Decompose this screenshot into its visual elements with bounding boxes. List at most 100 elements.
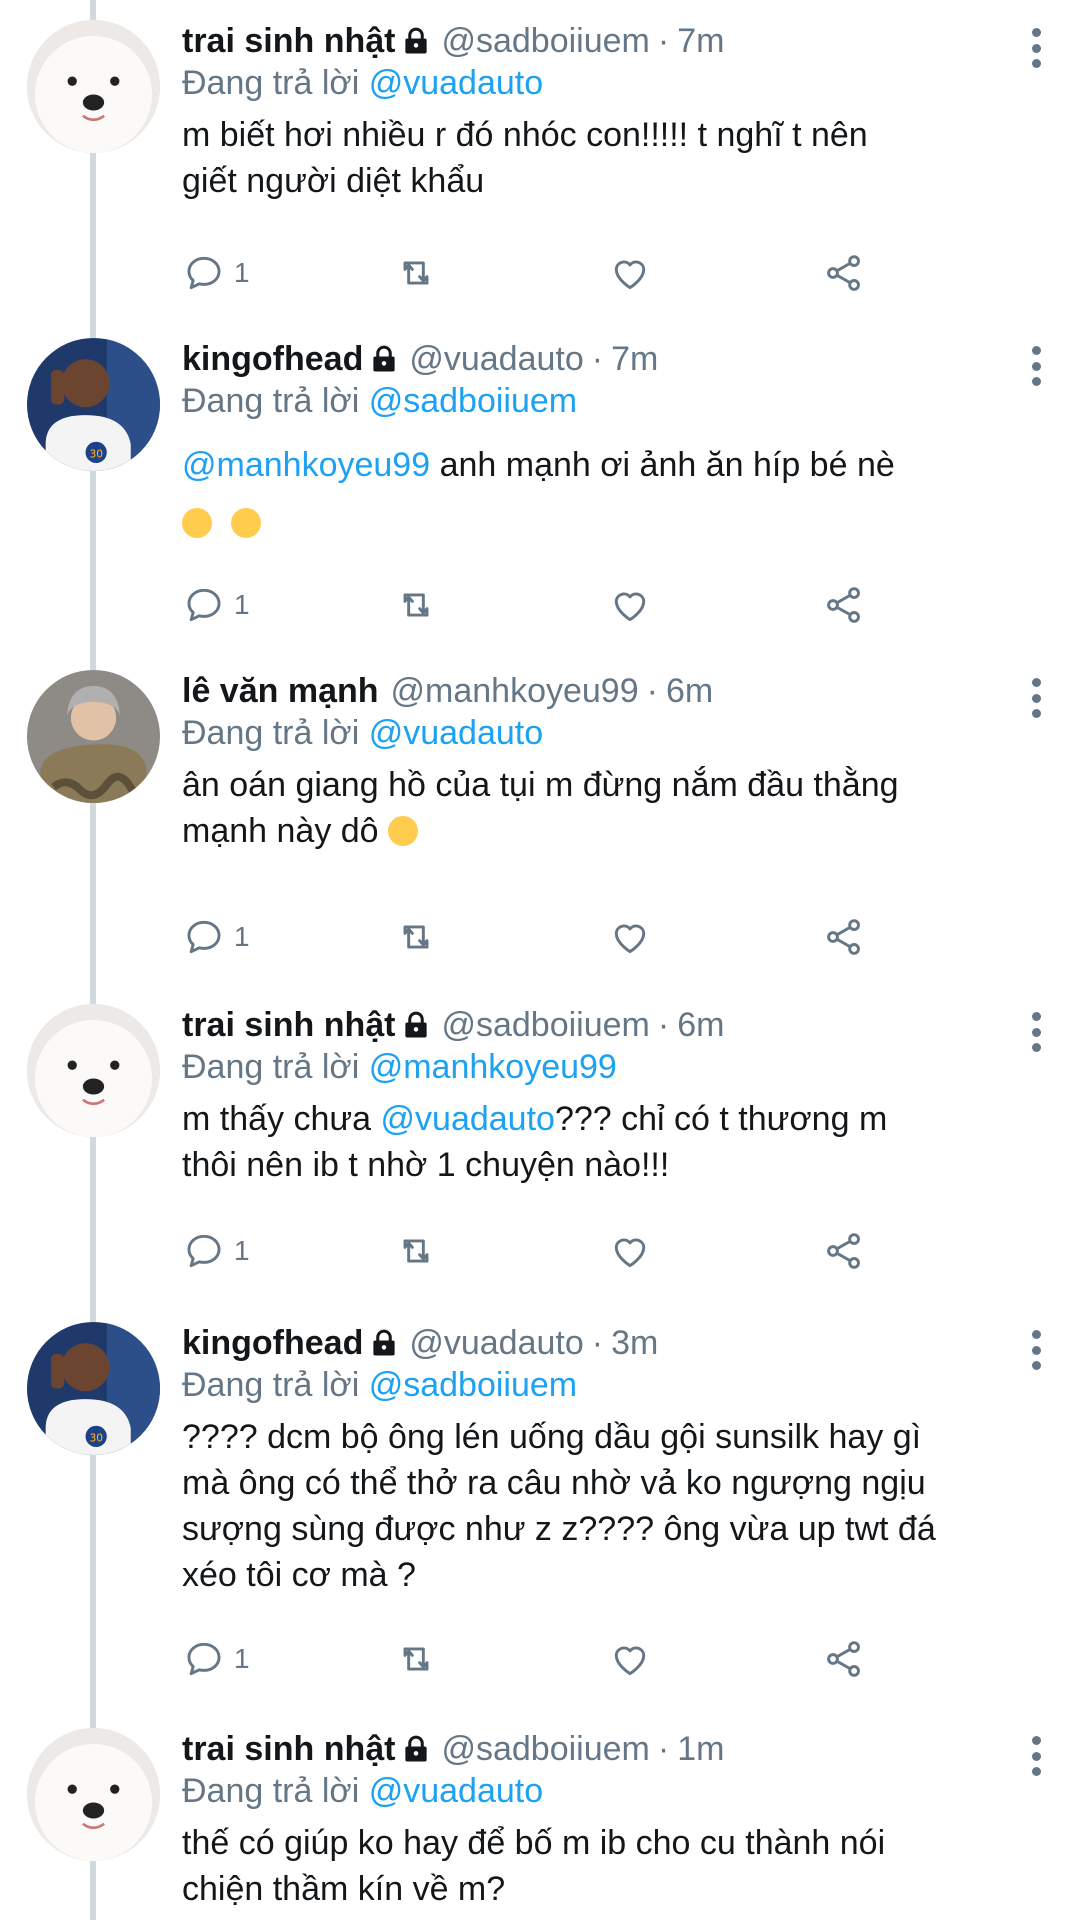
tweet-text-line: chiện thầm kín về m? bbox=[182, 1870, 506, 1908]
avatar[interactable] bbox=[27, 20, 160, 153]
display-name[interactable]: lê văn mạnh bbox=[182, 670, 379, 712]
retweet-button[interactable] bbox=[394, 912, 438, 962]
tweet-actions: 1 bbox=[182, 248, 902, 298]
display-name[interactable]: trai sinh nhật bbox=[182, 1728, 395, 1770]
reply-count: 1 bbox=[234, 921, 250, 952]
share-button[interactable] bbox=[822, 1634, 866, 1684]
replying-to: Đang trả lời @sadboiiuem bbox=[182, 1364, 1039, 1406]
like-button[interactable] bbox=[608, 1226, 652, 1276]
replying-to-mention[interactable]: @vuadauto bbox=[369, 714, 543, 752]
tweet-text-line: ??? chỉ có t thương m bbox=[554, 1100, 888, 1138]
timestamp: 6m bbox=[665, 672, 714, 710]
avatar[interactable] bbox=[27, 338, 160, 471]
avatar[interactable] bbox=[27, 1322, 160, 1455]
replying-to-mention[interactable]: @vuadauto bbox=[369, 1772, 543, 1810]
replying-to-mention[interactable]: @sadboiiuem bbox=[369, 382, 577, 420]
retweet-button[interactable] bbox=[394, 580, 438, 630]
replying-to-label: Đang trả lời bbox=[182, 382, 360, 420]
share-icon bbox=[822, 915, 866, 959]
comment-icon bbox=[182, 1229, 226, 1273]
tweet-header: kingofhead @vuadauto · 7m bbox=[182, 338, 1039, 380]
user-handle[interactable]: @sadboiiuem bbox=[441, 20, 649, 62]
retweet-icon bbox=[394, 583, 438, 627]
separator-dot: · bbox=[591, 1324, 604, 1362]
replying-to-label: Đang trả lời bbox=[182, 1772, 360, 1810]
tweet-header: kingofhead @vuadauto · 3m bbox=[182, 1322, 1039, 1364]
lock-icon bbox=[401, 26, 431, 56]
reply-count: 1 bbox=[234, 589, 250, 620]
display-name[interactable]: kingofhead bbox=[182, 338, 363, 380]
tweet-header: trai sinh nhật @sadboiiuem · 6m bbox=[182, 1004, 1039, 1046]
tweet-text-line: thế có giúp ko hay để bố m ib cho cu thà… bbox=[182, 1824, 886, 1862]
more-vertical-icon[interactable] bbox=[1029, 346, 1043, 386]
more-vertical-icon[interactable] bbox=[1029, 1330, 1043, 1370]
more-vertical-icon[interactable] bbox=[1029, 678, 1043, 718]
display-name[interactable]: trai sinh nhật bbox=[182, 20, 395, 62]
replying-to-mention[interactable]: @sadboiiuem bbox=[369, 1366, 577, 1404]
heart-icon bbox=[608, 583, 652, 627]
lock-icon bbox=[369, 344, 399, 374]
like-button[interactable] bbox=[608, 580, 652, 630]
tweet-text-line: sượng sùng được như z z???? ông vừa up t… bbox=[182, 1510, 936, 1548]
replying-to: Đang trả lời @vuadauto bbox=[182, 62, 1039, 104]
like-button[interactable] bbox=[608, 912, 652, 962]
reply-button[interactable]: 1 bbox=[182, 580, 250, 630]
user-handle[interactable]: @sadboiiuem bbox=[441, 1004, 649, 1046]
reply-button[interactable]: 1 bbox=[182, 1634, 250, 1684]
share-button[interactable] bbox=[822, 248, 866, 298]
reply-button[interactable]: 1 bbox=[182, 248, 250, 298]
more-vertical-icon[interactable] bbox=[1029, 1736, 1043, 1776]
timestamp: 7m bbox=[611, 340, 659, 378]
user-handle[interactable]: @vuadauto bbox=[409, 338, 583, 380]
reply-count: 1 bbox=[234, 257, 250, 288]
separator-dot: · bbox=[657, 1730, 670, 1768]
separator-dot: · bbox=[591, 340, 604, 378]
share-button[interactable] bbox=[822, 580, 866, 630]
tweet-text-line: ân oán giang hồ của tụi m đừng nắm đầu t… bbox=[182, 766, 899, 804]
retweet-button[interactable] bbox=[394, 248, 438, 298]
mention-link[interactable]: @vuadauto bbox=[381, 1100, 555, 1138]
avatar[interactable] bbox=[27, 1728, 160, 1861]
comment-icon bbox=[182, 251, 226, 295]
mention-link[interactable]: @manhkoyeu99 bbox=[182, 446, 430, 484]
display-name[interactable]: trai sinh nhật bbox=[182, 1004, 395, 1046]
display-name[interactable]: kingofhead bbox=[182, 1322, 363, 1364]
user-handle[interactable]: @sadboiiuem bbox=[441, 1728, 649, 1770]
tweet-actions: 1 bbox=[182, 1634, 902, 1684]
separator-dot: · bbox=[657, 22, 670, 60]
replying-to-label: Đang trả lời bbox=[182, 1366, 360, 1404]
more-vertical-icon[interactable] bbox=[1029, 1012, 1043, 1052]
share-button[interactable] bbox=[822, 912, 866, 962]
retweet-icon bbox=[394, 915, 438, 959]
tweet-actions: 1 bbox=[182, 1226, 902, 1276]
replying-to-mention[interactable]: @manhkoyeu99 bbox=[369, 1048, 617, 1086]
share-button[interactable] bbox=[822, 1226, 866, 1276]
retweet-button[interactable] bbox=[394, 1226, 438, 1276]
avatar[interactable] bbox=[27, 1004, 160, 1137]
replying-to: Đang trả lời @manhkoyeu99 bbox=[182, 1046, 1039, 1088]
tweet-text-line: m biết hơi nhiều r đó nhóc con!!!!! t ng… bbox=[182, 116, 868, 154]
share-icon bbox=[822, 251, 866, 295]
timestamp: 3m bbox=[611, 1324, 659, 1362]
avatar[interactable] bbox=[27, 670, 160, 803]
like-button[interactable] bbox=[608, 248, 652, 298]
reply-button[interactable]: 1 bbox=[182, 1226, 250, 1276]
tweet-header: trai sinh nhật @sadboiiuem · 1m bbox=[182, 1728, 1039, 1770]
heart-icon bbox=[608, 1229, 652, 1273]
replying-to-label: Đang trả lời bbox=[182, 64, 360, 102]
share-icon bbox=[822, 1229, 866, 1273]
user-handle[interactable]: @vuadauto bbox=[409, 1322, 583, 1364]
replying-to: Đang trả lời @sadboiiuem bbox=[182, 380, 1039, 422]
tweet-text: @manhkoyeu99 anh mạnh ơi ảnh ăn híp bé n… bbox=[182, 436, 1039, 552]
more-vertical-icon[interactable] bbox=[1029, 28, 1043, 68]
like-button[interactable] bbox=[608, 1634, 652, 1684]
replying-to-mention[interactable]: @vuadauto bbox=[369, 64, 543, 102]
separator-dot: · bbox=[657, 1006, 670, 1044]
user-handle[interactable]: @manhkoyeu99 bbox=[391, 670, 639, 712]
reply-button[interactable]: 1 bbox=[182, 912, 250, 962]
tweet-text-line: thôi nên ib t nhờ 1 chuyện nào!!! bbox=[182, 1146, 670, 1184]
retweet-button[interactable] bbox=[394, 1634, 438, 1684]
comment-icon bbox=[182, 583, 226, 627]
retweet-icon bbox=[394, 1637, 438, 1681]
tweet-text-line: xéo tôi cơ mà ? bbox=[182, 1556, 416, 1594]
